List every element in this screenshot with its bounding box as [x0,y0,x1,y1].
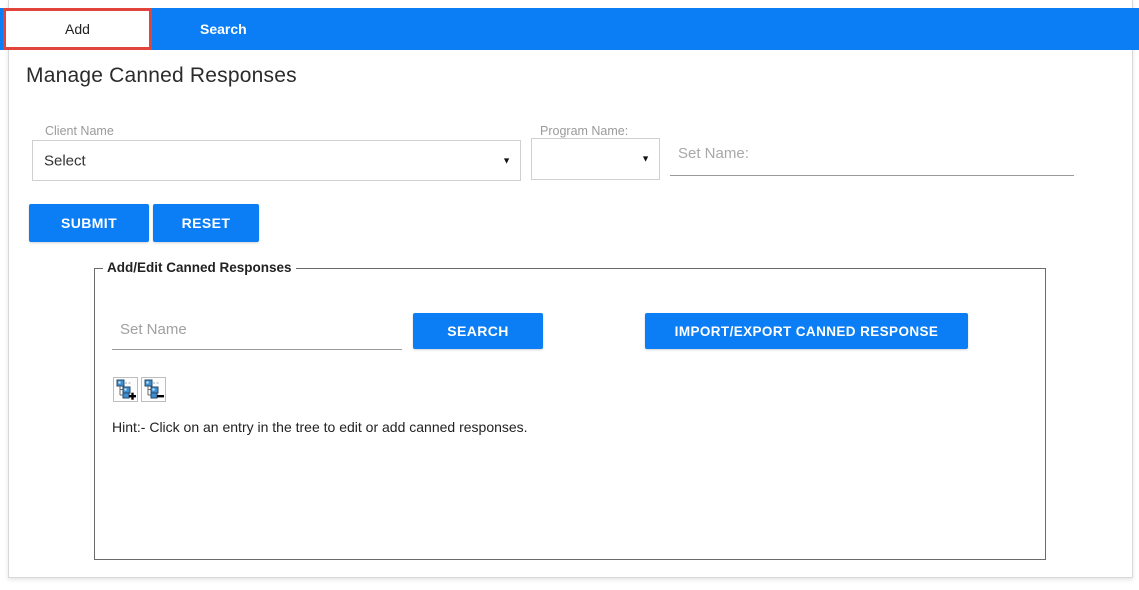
panel-search-button[interactable]: SEARCH [413,313,543,349]
client-name-label: Client Name [45,124,114,138]
tab-search-label: Search [200,21,247,37]
reset-button[interactable]: RESET [153,204,259,242]
submit-button[interactable]: SUBMIT [29,204,149,242]
chevron-down-icon: ▼ [502,155,511,165]
set-name-input[interactable] [670,136,1074,176]
add-edit-canned-responses-panel: Add/Edit Canned Responses [94,260,1046,560]
app-window: Add Search Manage Canned Responses Clien… [0,0,1139,590]
page-title: Manage Canned Responses [26,64,297,87]
chevron-down-icon: ▼ [641,153,650,164]
program-name-label: Program Name: [540,124,629,138]
panel-set-name-input[interactable] [112,314,402,350]
tree-hint-text: Hint:- Click on an entry in the tree to … [112,419,528,435]
tab-add[interactable]: Add [3,8,152,50]
import-export-canned-response-button[interactable]: IMPORT/EXPORT CANNED RESPONSE [645,313,968,349]
program-name-select[interactable]: ▼ [531,138,660,180]
client-name-value: Select [44,152,86,169]
expand-all-tree-icon[interactable] [113,377,138,402]
panel-legend: Add/Edit Canned Responses [103,260,296,275]
client-name-select[interactable]: Select ▼ [32,140,521,181]
tab-bar: Add Search [0,8,1139,50]
tab-add-label: Add [65,21,90,37]
collapse-all-tree-icon[interactable] [141,377,166,402]
tab-search[interactable]: Search [160,8,288,50]
